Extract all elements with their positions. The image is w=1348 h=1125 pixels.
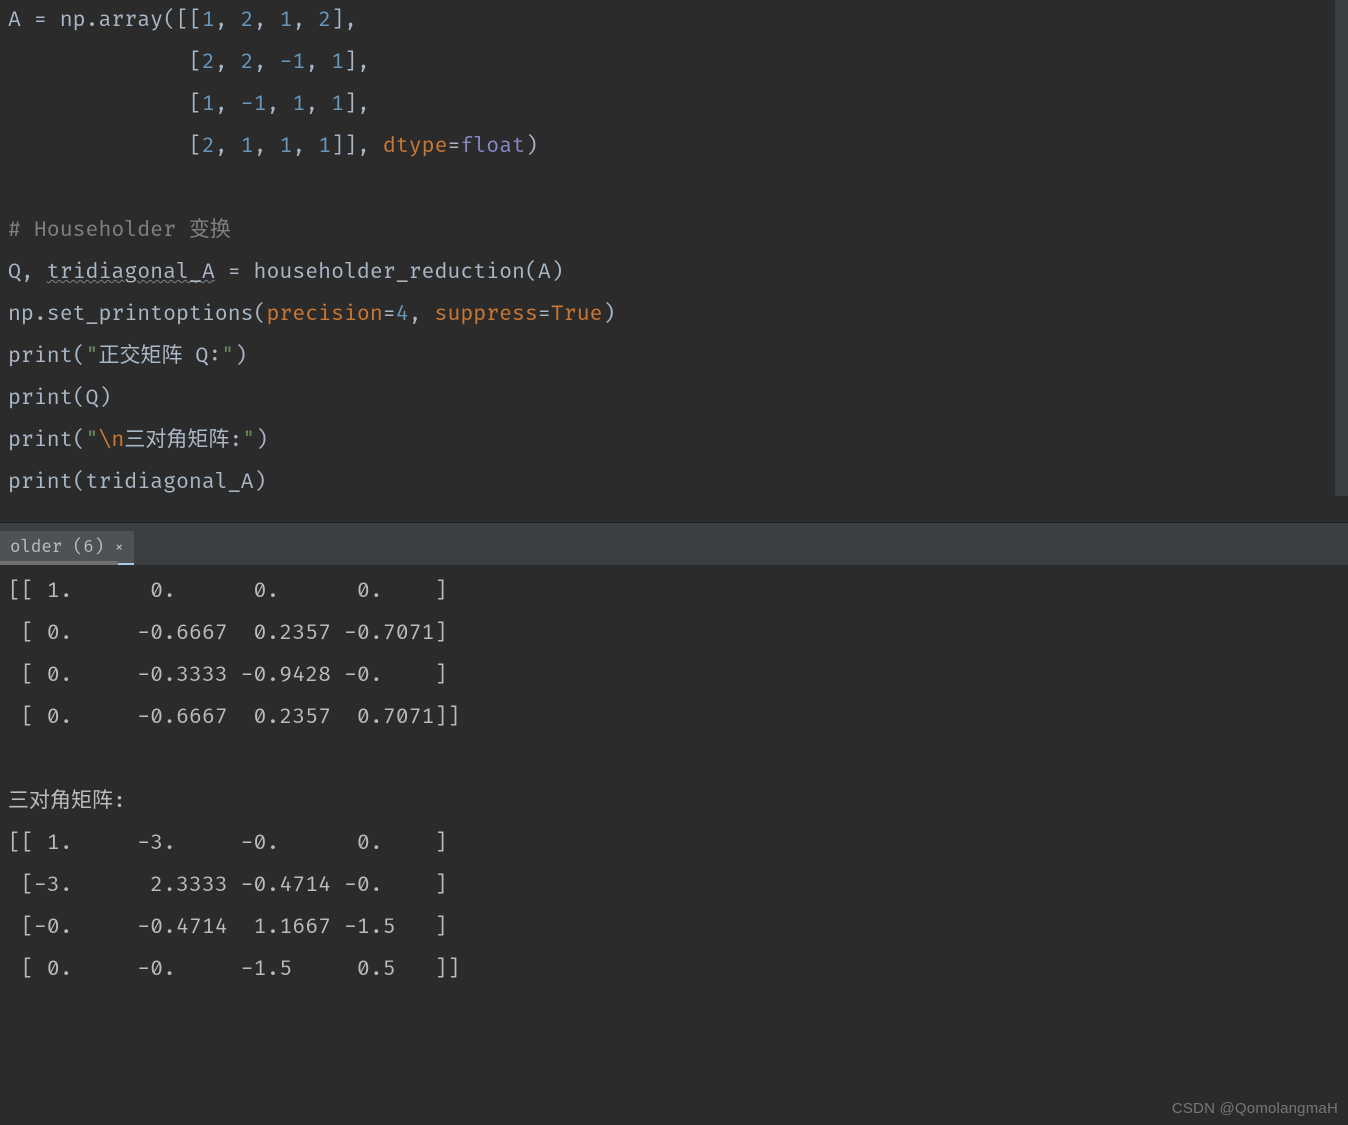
code-token: 2 xyxy=(202,50,215,75)
editor-scrollbar[interactable] xyxy=(1335,0,1348,496)
console-line: [ 0. -0.3333 -0.9428 -0. ] xyxy=(8,655,1348,697)
code-token: float xyxy=(460,134,525,159)
code-token: print(tridiagonal_A) xyxy=(8,470,266,495)
console-line: [-3. 2.3333 -0.4714 -0. ] xyxy=(8,865,1348,907)
code-token: Q, xyxy=(8,260,47,285)
code-token: ], xyxy=(344,92,370,117)
code-token: dtype xyxy=(383,134,448,159)
code-token: , xyxy=(254,50,280,75)
code-token: [ xyxy=(8,92,202,117)
code-token: np.set_printoptions( xyxy=(8,302,266,327)
console-line: [-0. -0.4714 1.1667 -1.5 ] xyxy=(8,907,1348,949)
code-token: , xyxy=(305,50,331,75)
code-token: True xyxy=(551,302,603,327)
code-token: " xyxy=(86,344,99,369)
code-token: 正交矩阵 Q: xyxy=(98,344,221,369)
code-token: , xyxy=(215,50,241,75)
code-token: " xyxy=(221,344,234,369)
code-token: , xyxy=(254,134,280,159)
code-token: = xyxy=(448,134,461,159)
code-token: 1 xyxy=(331,50,344,75)
code-token: [ xyxy=(8,50,202,75)
tab-label: older (6) xyxy=(10,537,104,558)
console-tab[interactable]: older (6) × xyxy=(0,531,134,565)
code-line[interactable]: [1, -1, 1, 1], xyxy=(8,84,1348,126)
code-token: ]], xyxy=(331,134,383,159)
code-token: 1 xyxy=(279,8,292,33)
code-token: , xyxy=(215,8,241,33)
code-token: precision xyxy=(266,302,382,327)
code-token: 2 xyxy=(241,50,254,75)
console-line: 三对角矩阵: xyxy=(8,781,1348,823)
code-token: ) xyxy=(525,134,538,159)
code-line[interactable] xyxy=(8,168,1348,210)
code-token: 4 xyxy=(396,302,409,327)
code-line[interactable]: np.set_printoptions(precision=4, suppres… xyxy=(8,294,1348,336)
code-line[interactable]: print("\n三对角矩阵:") xyxy=(8,420,1348,462)
console-line xyxy=(8,739,1348,781)
code-token: \n xyxy=(98,428,124,453)
code-token: ) xyxy=(234,344,247,369)
code-token: print(Q) xyxy=(8,386,111,411)
code-token: ) xyxy=(603,302,616,327)
code-token: " xyxy=(242,428,255,453)
code-line[interactable]: Q, tridiagonal_A = householder_reduction… xyxy=(8,252,1348,294)
console-line: [ 0. -0. -1.5 0.5 ]] xyxy=(8,949,1348,991)
code-token: 1 xyxy=(202,92,215,117)
code-token: 2 xyxy=(318,8,331,33)
code-token: , xyxy=(305,92,331,117)
code-line[interactable]: # Householder 变换 xyxy=(8,210,1348,252)
code-line[interactable]: print(Q) xyxy=(8,378,1348,420)
code-token: tridiagonal_A xyxy=(47,260,215,285)
code-token: -1 xyxy=(241,92,267,117)
code-token: print( xyxy=(8,344,86,369)
code-token: 1 xyxy=(318,134,331,159)
code-token: 1 xyxy=(202,8,215,33)
code-token: print( xyxy=(8,428,86,453)
code-token: 1 xyxy=(292,92,305,117)
console-line: [ 0. -0.6667 0.2357 -0.7071] xyxy=(8,613,1348,655)
code-token: = householder_reduction(A) xyxy=(215,260,564,285)
code-token: , xyxy=(215,134,241,159)
console-line: [[ 1. -3. -0. 0. ] xyxy=(8,823,1348,865)
code-token: [ xyxy=(8,134,202,159)
code-token xyxy=(8,176,21,201)
console-tab-bar: older (6) × xyxy=(0,527,1348,565)
code-token: ], xyxy=(331,8,357,33)
console-output[interactable]: [[ 1. 0. 0. 0. ] [ 0. -0.6667 0.2357 -0.… xyxy=(0,565,1348,991)
code-token: 1 xyxy=(241,134,254,159)
watermark: CSDN @QomolangmaH xyxy=(1172,1100,1338,1117)
code-token: = xyxy=(538,302,551,327)
code-line[interactable]: A = np.array([[1, 2, 1, 2], xyxy=(8,0,1348,42)
tab-bar-scrollbar[interactable] xyxy=(0,561,118,565)
close-icon[interactable]: × xyxy=(112,540,126,554)
code-token: 1 xyxy=(331,92,344,117)
console-line: [ 0. -0.6667 0.2357 0.7071]] xyxy=(8,697,1348,739)
code-editor[interactable]: A = np.array([[1, 2, 1, 2], [2, 2, -1, 1… xyxy=(0,0,1348,522)
code-token: 2 xyxy=(241,8,254,33)
code-token: , xyxy=(292,134,318,159)
code-token: 2 xyxy=(202,134,215,159)
code-token: , xyxy=(409,302,435,327)
code-line[interactable]: [2, 1, 1, 1]], dtype=float) xyxy=(8,126,1348,168)
code-token: 三对角矩阵: xyxy=(124,428,242,453)
code-token: ], xyxy=(344,50,370,75)
code-token: # Householder 变换 xyxy=(8,218,231,243)
code-token: ) xyxy=(255,428,268,453)
code-line[interactable]: [2, 2, -1, 1], xyxy=(8,42,1348,84)
code-line[interactable]: print("正交矩阵 Q:") xyxy=(8,336,1348,378)
code-token: , xyxy=(254,8,280,33)
console-line: [[ 1. 0. 0. 0. ] xyxy=(8,571,1348,613)
code-line[interactable]: print(tridiagonal_A) xyxy=(8,462,1348,504)
code-token: suppress xyxy=(435,302,538,327)
code-token: = xyxy=(383,302,396,327)
code-token: -1 xyxy=(279,50,305,75)
code-token: , xyxy=(267,92,293,117)
code-token: , xyxy=(292,8,318,33)
code-token: , xyxy=(215,92,241,117)
code-token: 1 xyxy=(279,134,292,159)
code-token: " xyxy=(86,428,99,453)
code-token: A = np.array([[ xyxy=(8,8,202,33)
